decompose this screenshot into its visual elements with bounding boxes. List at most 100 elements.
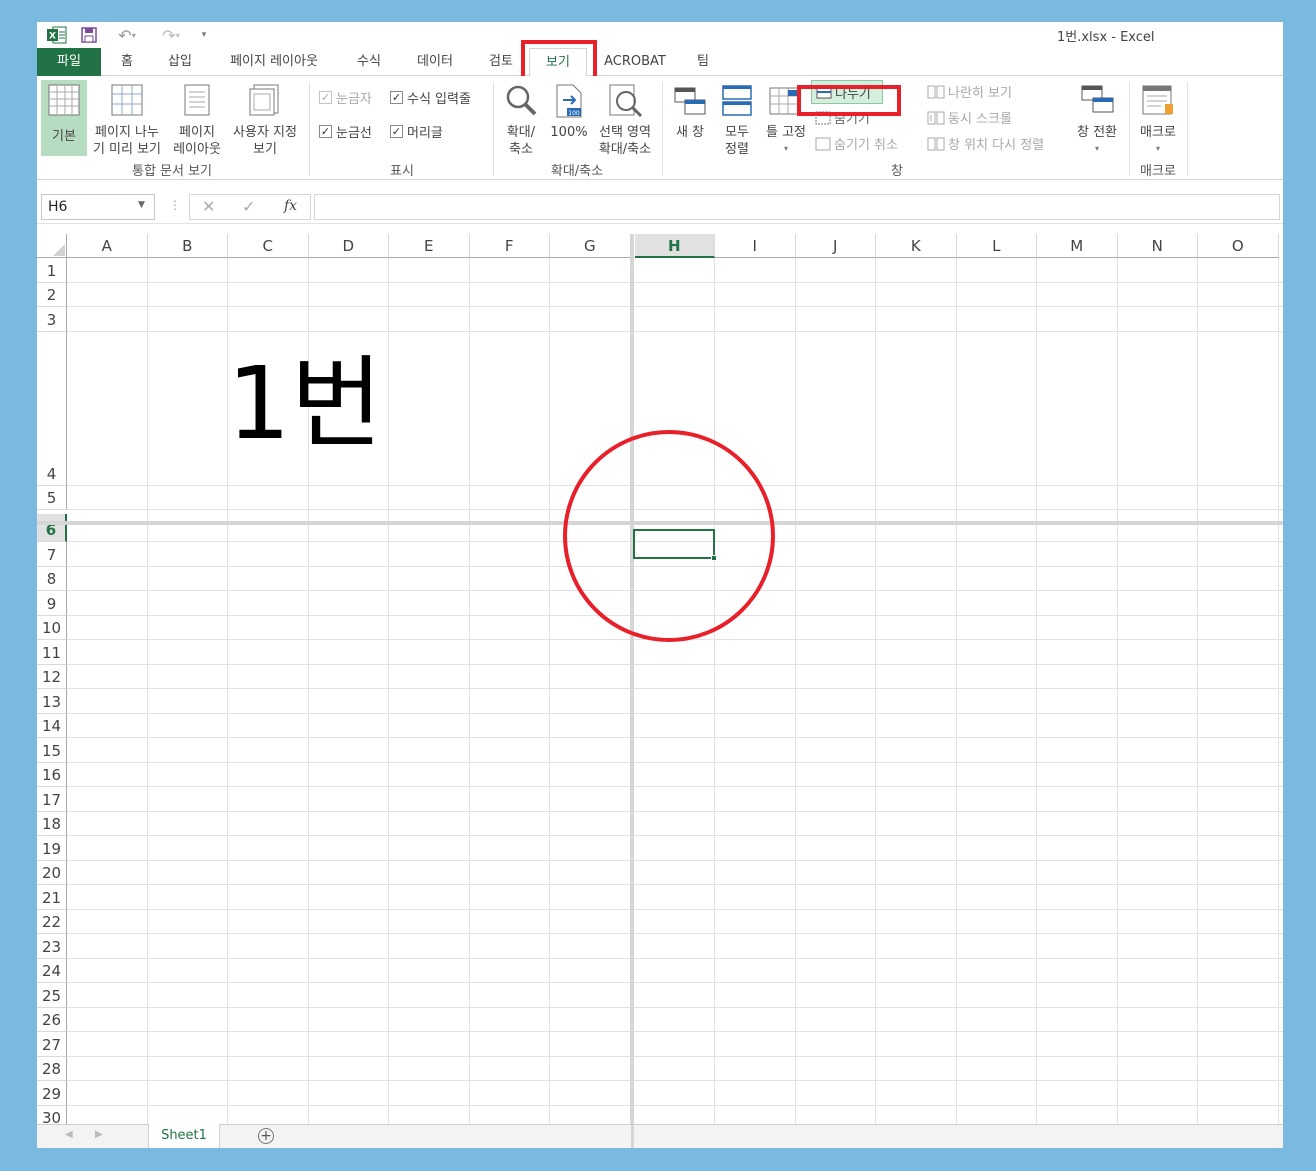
row-header-11[interactable]: 11 — [37, 640, 67, 665]
formula-bar-checkbox[interactable]: ✓ 수식 입력줄 — [390, 88, 471, 107]
tab-file[interactable]: 파일 — [37, 48, 101, 76]
row-header-6[interactable]: 6 — [37, 514, 67, 542]
page-layout-button[interactable]: 페이지 레이아웃 — [167, 80, 227, 157]
save-icon[interactable] — [79, 25, 99, 45]
tab-insert[interactable]: 삽입 — [163, 48, 197, 76]
unhide-window-icon — [815, 137, 831, 150]
new-window-button[interactable]: 새 창 — [667, 80, 713, 156]
row-header-16[interactable]: 16 — [37, 762, 67, 787]
column-header-i[interactable]: I — [715, 234, 796, 258]
zoom-100-button[interactable]: 100 100% — [547, 80, 591, 156]
row-header-17[interactable]: 17 — [37, 787, 67, 812]
tab-formulas[interactable]: 수식 — [353, 48, 385, 76]
column-header-o[interactable]: O — [1198, 234, 1279, 258]
row-header-21[interactable]: 21 — [37, 885, 67, 910]
scroll-left-icon[interactable]: ◀ — [65, 1129, 73, 1140]
column-header-n[interactable]: N — [1117, 234, 1198, 258]
switch-windows-button[interactable]: 창 전환 ▾ — [1069, 80, 1125, 156]
column-header-c[interactable]: C — [228, 234, 309, 258]
tab-data[interactable]: 데이터 — [413, 48, 457, 76]
add-sheet-icon[interactable]: + — [258, 1128, 274, 1144]
row-header-25[interactable]: 25 — [37, 983, 67, 1008]
normal-view-icon — [48, 84, 80, 116]
cell-c4[interactable]: 1번 — [227, 344, 467, 464]
column-gridline — [146, 258, 148, 1124]
column-header-m[interactable]: M — [1037, 234, 1118, 258]
row-header-15[interactable]: 15 — [37, 738, 67, 763]
vertical-split-bar[interactable] — [630, 234, 634, 1124]
column-header-j[interactable]: J — [795, 234, 876, 258]
row-header-19[interactable]: 19 — [37, 836, 67, 861]
zoom-button[interactable]: 확대/ 축소 — [499, 80, 543, 157]
reset-window-position-button[interactable]: 창 위치 다시 정렬 — [927, 134, 1044, 153]
row-header-23[interactable]: 23 — [37, 934, 67, 959]
zoom-to-selection-button[interactable]: 선택 영역 확대/축소 — [593, 80, 657, 157]
sheet-tab[interactable]: Sheet1 — [148, 1124, 220, 1148]
formula-input[interactable] — [314, 194, 1280, 220]
row-header-13[interactable]: 13 — [37, 689, 67, 714]
check-icon: ✓ — [319, 125, 332, 138]
row-header-20[interactable]: 20 — [37, 860, 67, 885]
tab-team[interactable]: 팀 — [695, 48, 711, 76]
gridlines-checkbox[interactable]: ✓ 눈금선 — [319, 122, 372, 141]
column-header-a[interactable]: A — [67, 234, 148, 258]
column-header-k[interactable]: K — [876, 234, 957, 258]
tab-page-layout[interactable]: 페이지 레이아웃 — [223, 48, 325, 76]
row-header-14[interactable]: 14 — [37, 713, 67, 738]
row-gridline — [67, 933, 1283, 934]
column-header-l[interactable]: L — [956, 234, 1037, 258]
arrange-all-button[interactable]: 모두 정렬 — [715, 80, 759, 157]
column-header-d[interactable]: D — [308, 234, 389, 258]
row-header-2[interactable]: 2 — [37, 282, 67, 307]
row-header-7[interactable]: 7 — [37, 542, 67, 567]
column-header-e[interactable]: E — [389, 234, 470, 258]
column-gridline — [1197, 258, 1198, 1124]
row-header-22[interactable]: 22 — [37, 909, 67, 934]
row-header-24[interactable]: 24 — [37, 958, 67, 983]
row-header-10[interactable]: 10 — [37, 615, 67, 640]
zoom-selection-icon — [609, 84, 643, 118]
page-break-preview-button[interactable]: 페이지 나누 기 미리 보기 — [89, 80, 165, 157]
select-all-button[interactable] — [37, 234, 67, 258]
column-header-g[interactable]: G — [550, 234, 631, 258]
svg-text:100: 100 — [568, 110, 580, 117]
enter-icon[interactable]: ✓ — [242, 197, 255, 216]
scroll-right-icon[interactable]: ▶ — [95, 1129, 103, 1140]
ruler-checkbox[interactable]: ✓ 눈금자 — [319, 88, 372, 107]
more-options-icon[interactable]: ⋮ — [169, 198, 181, 212]
headings-checkbox[interactable]: ✓ 머리글 — [390, 122, 443, 141]
row-header-28[interactable]: 28 — [37, 1056, 67, 1081]
custom-views-button[interactable]: 사용자 지정 보기 — [227, 80, 303, 157]
insert-function-icon[interactable]: fx — [284, 198, 297, 214]
customize-qat-icon[interactable]: ▾ — [197, 25, 211, 45]
synchronous-scrolling-button[interactable]: 동시 스크롤 — [927, 108, 1012, 127]
tab-review[interactable]: 검토 — [485, 48, 517, 76]
row-header-8[interactable]: 8 — [37, 566, 67, 591]
svg-text:X: X — [49, 32, 56, 42]
row-header-4[interactable]: 4 — [37, 331, 67, 486]
tab-acrobat[interactable]: ACROBAT — [603, 48, 667, 76]
macros-button[interactable]: 매크로 ▾ — [1133, 80, 1183, 156]
row-header-5[interactable]: 5 — [37, 485, 67, 510]
column-header-f[interactable]: F — [469, 234, 550, 258]
undo-icon[interactable]: ↶ ▾ — [111, 25, 143, 45]
row-header-29[interactable]: 29 — [37, 1081, 67, 1106]
row-header-9[interactable]: 9 — [37, 591, 67, 616]
row-header-18[interactable]: 18 — [37, 811, 67, 836]
cancel-icon[interactable]: ✕ — [202, 197, 215, 216]
column-header-h[interactable]: H — [634, 234, 715, 258]
unhide-button[interactable]: 숨기기 취소 — [815, 134, 898, 153]
row-gridline — [67, 957, 1283, 959]
row-header-26[interactable]: 26 — [37, 1007, 67, 1032]
row-header-27[interactable]: 27 — [37, 1032, 67, 1057]
normal-view-button[interactable]: 기본 — [41, 80, 87, 156]
tab-home[interactable]: 홈 — [117, 48, 137, 76]
redo-icon[interactable]: ↷ ▾ — [155, 25, 187, 45]
row-gridline — [67, 663, 1283, 665]
column-header-b[interactable]: B — [147, 234, 228, 258]
name-box-dropdown-icon[interactable]: ▼ — [138, 200, 145, 210]
row-header-12[interactable]: 12 — [37, 664, 67, 689]
row-header-1[interactable]: 1 — [37, 258, 67, 283]
view-side-by-side-button[interactable]: 나란히 보기 — [927, 82, 1012, 101]
row-header-3[interactable]: 3 — [37, 307, 67, 332]
